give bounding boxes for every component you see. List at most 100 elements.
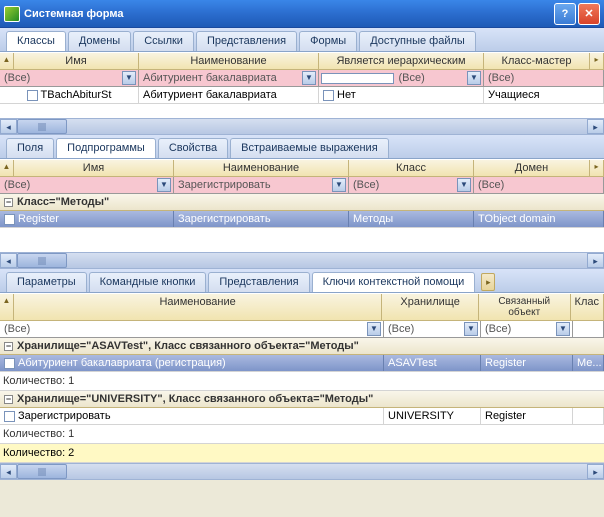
scrollbar-h[interactable]: ◂ ▸ [0, 463, 604, 480]
dropdown-icon[interactable]: ▼ [122, 71, 136, 85]
dropdown-icon[interactable]: ▼ [464, 322, 478, 336]
tab-links[interactable]: Ссылки [133, 31, 194, 51]
scroll-right-icon[interactable]: ▸ [590, 53, 604, 69]
cell-linked: Register [481, 408, 573, 424]
dropdown-icon[interactable]: ▼ [457, 178, 471, 192]
dropdown-icon[interactable]: ▼ [467, 71, 481, 85]
grid3-row1[interactable]: Абитуриент бакалавриата (регистрация) AS… [0, 355, 604, 372]
tabstrip-sub: Поля Подпрограммы Свойства Встраиваемые … [0, 135, 604, 159]
grid3-header: ▲ Наименование Хранилище Связанный объек… [0, 293, 604, 321]
col-domain[interactable]: Домен [474, 160, 590, 176]
tab-views[interactable]: Представления [196, 31, 297, 51]
grid1-filter: (Все)▼ Абитуриент бакалавриата▼ (Все)▼ (… [0, 70, 604, 87]
cell-name: TBachAbiturSt [41, 89, 112, 101]
grid1-row[interactable]: TBachAbiturSt Абитуриент бакалавриата Не… [0, 87, 604, 104]
grid3-count1: Количество: 1 [0, 372, 604, 391]
tab-helpkeys[interactable]: Ключи контекстной помощи [312, 272, 476, 292]
scroll-left-icon[interactable]: ◂ [0, 119, 17, 134]
cell-name: Register [18, 213, 59, 225]
dropdown-icon[interactable]: ▼ [332, 178, 346, 192]
scroll-thumb[interactable] [17, 119, 67, 134]
tab-files[interactable]: Доступные файлы [359, 31, 476, 51]
col-linked[interactable]: Связанный объект [479, 294, 571, 320]
checkbox-icon[interactable] [321, 73, 394, 84]
tab-nav-right-icon[interactable]: ▸ [481, 273, 495, 291]
cell-caption: Абитуриент бакалавриата [139, 87, 319, 103]
col-storage[interactable]: Хранилище [382, 294, 479, 320]
help-button[interactable]: ? [554, 3, 576, 25]
cell-caption: Абитуриент бакалавриата (регистрация) [18, 357, 226, 369]
scroll-right-icon[interactable]: ▸ [587, 253, 604, 268]
app-icon [4, 6, 20, 22]
col-hierarchy[interactable]: Является иерархическим [319, 53, 484, 69]
col-name[interactable]: Имя [14, 53, 139, 69]
cell-caption: Зарегистрировать [174, 211, 349, 227]
grid2-header: ▲ Имя Наименование Класс Домен ▸ [0, 159, 604, 177]
filter-name: (Все) [2, 72, 122, 84]
filter-caption: Зарегистрировать [176, 179, 332, 191]
col-name[interactable]: Имя [14, 160, 174, 176]
dropdown-icon[interactable]: ▼ [157, 178, 171, 192]
grid3-group2[interactable]: −Хранилище="UNIVERSITY", Класс связанног… [0, 391, 604, 408]
close-button[interactable]: ✕ [578, 3, 600, 25]
dropdown-icon[interactable]: ▼ [302, 71, 316, 85]
tab-domains[interactable]: Домены [68, 31, 131, 51]
scrollbar-h[interactable]: ◂ ▸ [0, 252, 604, 269]
col-caption[interactable]: Наименование [139, 53, 319, 69]
grid3-row2[interactable]: Зарегистрировать UNIVERSITY Register [0, 408, 604, 425]
checkbox-icon[interactable] [4, 214, 15, 225]
col-caption[interactable]: Наименование [14, 294, 382, 320]
sort-asc-icon[interactable]: ▲ [0, 294, 14, 320]
cell-class: Ме... [573, 355, 604, 371]
filter-linked: (Все) [483, 323, 556, 335]
dropdown-icon[interactable]: ▼ [556, 322, 570, 336]
tab-classes[interactable]: Классы [6, 31, 66, 51]
scroll-right-icon[interactable]: ▸ [590, 160, 604, 176]
sort-asc-icon[interactable]: ▲ [0, 160, 14, 176]
titlebar[interactable]: Системная форма ? ✕ [0, 0, 604, 28]
col-class[interactable]: Клас [571, 294, 604, 320]
tab-expressions[interactable]: Встраиваемые выражения [230, 138, 389, 158]
cell-hier: Нет [337, 89, 356, 101]
col-caption[interactable]: Наименование [174, 160, 349, 176]
scrollbar-h[interactable]: ◂ ▸ [0, 118, 604, 135]
window-title: Системная форма [24, 8, 552, 20]
grid3-group1[interactable]: −Хранилище="ASAVTest", Класс связанного … [0, 338, 604, 355]
scroll-right-icon[interactable]: ▸ [587, 119, 604, 134]
grid2-row-selected[interactable]: Register Зарегистрировать Методы TObject… [0, 211, 604, 228]
tab-params[interactable]: Параметры [6, 272, 87, 292]
sort-asc-icon[interactable]: ▲ [0, 53, 14, 69]
tab-subprograms[interactable]: Подпрограммы [56, 138, 156, 158]
grid-classes: ▲ Имя Наименование Является иерархически… [0, 52, 604, 135]
group-label: Класс="Методы" [17, 196, 109, 208]
filter-hier: (Все) [397, 72, 468, 84]
collapse-icon[interactable]: − [4, 342, 13, 351]
checkbox-icon[interactable] [323, 90, 334, 101]
collapse-icon[interactable]: − [4, 198, 13, 207]
col-class[interactable]: Класс [349, 160, 474, 176]
scroll-thumb[interactable] [17, 253, 67, 268]
tab-fields[interactable]: Поля [6, 138, 54, 158]
checkbox-icon[interactable] [4, 411, 15, 422]
tab-properties[interactable]: Свойства [158, 138, 228, 158]
tab-forms[interactable]: Формы [299, 31, 357, 51]
grid-helpkeys: ▲ Наименование Хранилище Связанный объек… [0, 293, 604, 480]
scroll-left-icon[interactable]: ◂ [0, 253, 17, 268]
tab-cmdbtns[interactable]: Командные кнопки [89, 272, 207, 292]
checkbox-icon[interactable] [4, 358, 15, 369]
tab-views2[interactable]: Представления [208, 272, 309, 292]
grid2-filter: (Все)▼ Зарегистрировать▼ (Все)▼ (Все) [0, 177, 604, 194]
scroll-right-icon[interactable]: ▸ [587, 464, 604, 479]
col-master[interactable]: Класс-мастер [484, 53, 590, 69]
checkbox-icon[interactable] [27, 90, 38, 101]
tabstrip-main: Классы Домены Ссылки Представления Формы… [0, 28, 604, 52]
grid2-group[interactable]: −Класс="Методы" [0, 194, 604, 211]
scroll-left-icon[interactable]: ◂ [0, 464, 17, 479]
scroll-thumb[interactable] [17, 464, 67, 479]
group-label: Хранилище="ASAVTest", Класс связанного о… [17, 340, 359, 352]
grid-subprograms: ▲ Имя Наименование Класс Домен ▸ (Все)▼ … [0, 159, 604, 269]
dropdown-icon[interactable]: ▼ [367, 322, 381, 336]
cell-domain: TObject domain [474, 211, 604, 227]
filter-master: (Все) [486, 72, 601, 84]
collapse-icon[interactable]: − [4, 395, 13, 404]
